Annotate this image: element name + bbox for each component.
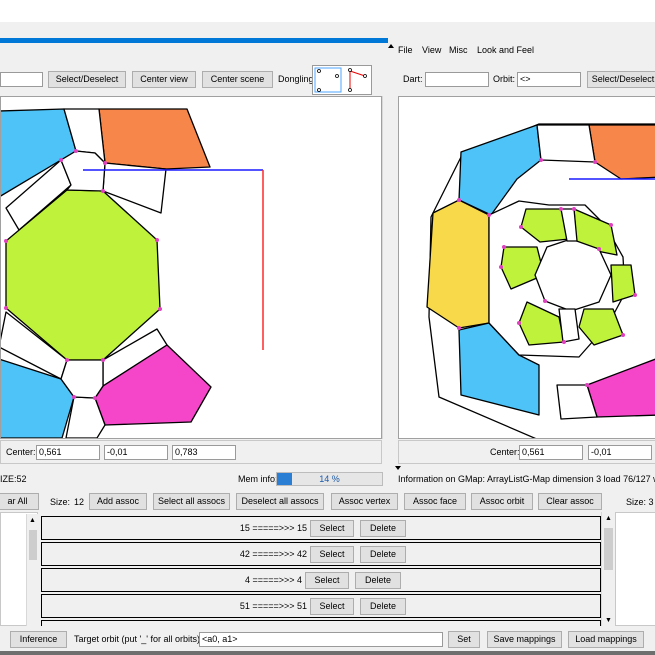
right-list-panel — [615, 512, 655, 626]
clear-assoc-button[interactable]: Clear assoc — [538, 493, 602, 510]
mapping-delete-button[interactable]: Delete — [360, 520, 406, 537]
clear-all-button[interactable]: ar All — [0, 493, 39, 510]
mem-info-progress: 14 % — [276, 472, 383, 486]
menu-file[interactable]: File — [398, 45, 413, 56]
right-center-label: Center: — [490, 447, 520, 457]
assoc-size-label: Size: — [50, 497, 71, 507]
load-mappings-button[interactable]: Load mappings — [568, 631, 644, 648]
mapping-row-partial — [41, 620, 601, 626]
menu-misc[interactable]: Misc — [449, 45, 468, 56]
mappings-scrollbar[interactable]: ▲ ▼ — [601, 512, 614, 626]
window-bottom-border — [0, 651, 655, 655]
mem-info-label: Mem info: — [238, 474, 278, 484]
left-gmap-drawing — [1, 108, 264, 438]
left-center-label: Center: — [6, 447, 36, 457]
right-size-label: Size: 3 — [626, 497, 654, 507]
center-view-button[interactable]: Center view — [132, 71, 196, 88]
orbit-input[interactable]: <> — [517, 72, 581, 87]
mem-info-percent: 14 % — [319, 474, 340, 484]
save-mappings-button[interactable]: Save mappings — [487, 631, 562, 648]
left-dart-input[interactable] — [0, 72, 43, 87]
select-all-assocs-button[interactable]: Select all assocs — [153, 493, 230, 510]
right-center-y[interactable]: -0,01 — [588, 445, 652, 460]
orbit-label: Orbit: — [493, 74, 516, 84]
right-gmap-drawing — [426, 123, 655, 438]
left-gmap-viewer[interactable] — [0, 96, 382, 439]
inference-button[interactable]: Inference — [10, 631, 67, 648]
assoc-orbit-button[interactable]: Assoc orbit — [471, 493, 533, 510]
assoc-vertex-button[interactable]: Assoc vertex — [331, 493, 398, 510]
right-select-deselect-button[interactable]: Select/Deselect — [587, 71, 655, 88]
mapping-select-button[interactable]: Select — [310, 598, 354, 615]
splitter-handle-bottom[interactable] — [394, 464, 402, 472]
dongling-icon — [314, 67, 367, 93]
dongling-preview[interactable] — [312, 65, 372, 95]
right-dart-input[interactable] — [425, 72, 489, 87]
target-orbit-label: Target orbit (put '_' for all orbits): — [74, 634, 203, 644]
center-scene-button[interactable]: Center scene — [202, 71, 273, 88]
right-center-x[interactable]: 0,561 — [519, 445, 583, 460]
mapping-delete-button[interactable]: Delete — [360, 546, 406, 563]
mapping-delete-button[interactable]: Delete — [360, 598, 406, 615]
set-button[interactable]: Set — [448, 631, 480, 648]
right-dart-label: Dart: — [403, 74, 423, 84]
deselect-all-assocs-button[interactable]: Deselect all assocs — [236, 493, 324, 510]
mapping-delete-button[interactable]: Delete — [355, 572, 401, 589]
mapping-select-button[interactable]: Select — [310, 520, 354, 537]
assoc-size-value: 12 — [74, 497, 85, 507]
mapping-row: 15 =====>>> 15 Select Delete — [41, 516, 601, 540]
mapping-select-button[interactable]: Select — [305, 572, 349, 589]
menu-view[interactable]: View — [422, 45, 441, 56]
left-canvas-scrollbar[interactable] — [382, 96, 388, 439]
mapping-text: 51 =====>>> 51 — [239, 601, 307, 611]
mapping-row: 4 =====>>> 4 Select Delete — [41, 568, 601, 592]
mapping-text: 42 =====>>> 42 — [239, 549, 307, 559]
target-orbit-input[interactable]: <a0, a1> — [199, 632, 443, 647]
right-gmap-viewer[interactable] — [398, 96, 655, 439]
dongling-label: Dongling: — [278, 74, 317, 84]
left-center-y[interactable]: -0,01 — [104, 445, 168, 460]
left-tab-bar — [0, 38, 388, 43]
window-top-strip — [0, 0, 655, 22]
add-assoc-button[interactable]: Add assoc — [89, 493, 147, 510]
mapping-select-button[interactable]: Select — [310, 546, 354, 563]
assoc-face-button[interactable]: Assoc face — [404, 493, 466, 510]
left-list-scrollbar[interactable]: ▲ — [26, 514, 38, 626]
left-select-deselect-button[interactable]: Select/Deselect — [48, 71, 126, 88]
mapping-row: 42 =====>>> 42 Select Delete — [41, 542, 601, 566]
size-status: IZE:52 — [0, 474, 27, 484]
mapping-text: 15 =====>>> 15 — [239, 523, 307, 533]
left-center-z[interactable]: 0,783 — [172, 445, 236, 460]
gmap-info: Information on GMap: ArrayListG-Map dime… — [398, 474, 655, 484]
menu-look-and-feel[interactable]: Look and Feel — [477, 45, 534, 56]
splitter-handle-top[interactable] — [387, 42, 394, 56]
left-center-x[interactable]: 0,561 — [36, 445, 100, 460]
mapping-text: 4 =====>>> 4 — [244, 575, 302, 585]
mapping-row: 51 =====>>> 51 Select Delete — [41, 594, 601, 618]
